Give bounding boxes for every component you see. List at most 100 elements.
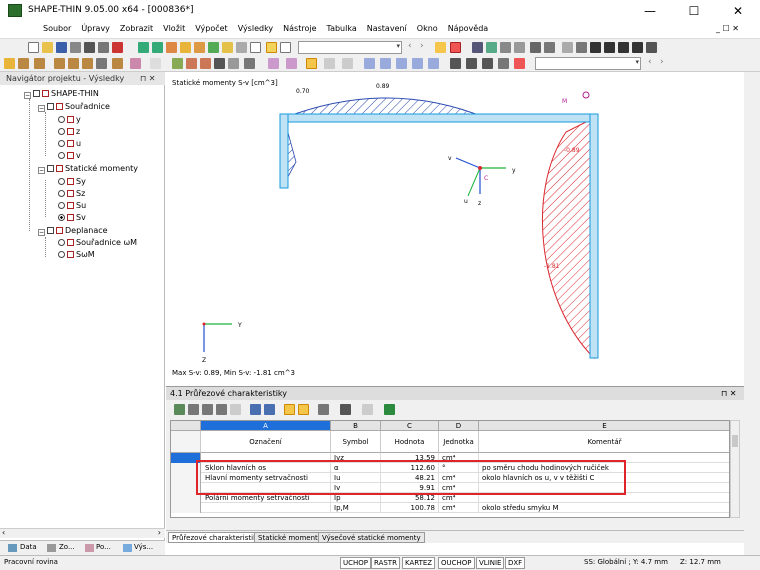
menu-vlozit[interactable]: Vložit bbox=[158, 22, 190, 33]
list-icon[interactable] bbox=[544, 42, 555, 53]
hide-icon[interactable] bbox=[466, 58, 477, 69]
excel-icon[interactable] bbox=[384, 404, 395, 415]
measure-icon[interactable] bbox=[96, 58, 107, 69]
stress-1-icon[interactable] bbox=[364, 58, 375, 69]
column-header-d[interactable]: D bbox=[439, 421, 479, 431]
funnel-icon[interactable] bbox=[340, 404, 351, 415]
mdi-window-controls[interactable]: _ ☐ ✕ bbox=[716, 24, 739, 33]
column-icon[interactable] bbox=[230, 404, 241, 415]
cartesian-button[interactable]: KARTEZ bbox=[402, 557, 436, 569]
table-4-icon[interactable] bbox=[216, 404, 227, 415]
member-icon[interactable] bbox=[68, 58, 79, 69]
report-icon[interactable] bbox=[112, 42, 123, 53]
menu-napoveda[interactable]: Nápověda bbox=[443, 22, 494, 33]
prev-table-icon[interactable] bbox=[250, 404, 261, 415]
column-header-e[interactable]: E bbox=[479, 421, 729, 431]
cell-comment[interactable]: okolo středu smyku M bbox=[479, 503, 729, 513]
pointer-icon[interactable] bbox=[4, 58, 15, 69]
view-icon[interactable] bbox=[472, 42, 483, 53]
cell-value[interactable]: 100.78 bbox=[381, 503, 439, 513]
nav-tab-vysledky[interactable]: Výs... bbox=[134, 543, 153, 551]
calculate-icon[interactable] bbox=[180, 42, 191, 53]
grid-button[interactable]: RASTR bbox=[371, 557, 400, 569]
tab-prurezove-charakteristiky[interactable]: Průřezové charakteristiky bbox=[168, 532, 266, 543]
dimension-icon[interactable] bbox=[112, 58, 123, 69]
results-icon[interactable] bbox=[194, 42, 205, 53]
menu-nastaveni[interactable]: Nastavení bbox=[362, 22, 412, 33]
tree-item-sv[interactable]: Sv bbox=[58, 213, 86, 225]
filter-1-icon[interactable] bbox=[284, 404, 295, 415]
element-icon[interactable] bbox=[82, 58, 93, 69]
cell-symbol[interactable]: Ip,M bbox=[331, 503, 381, 513]
next-arrow-icon[interactable]: › bbox=[420, 42, 431, 53]
menu-tabulka[interactable]: Tabulka bbox=[322, 22, 362, 33]
formula-icon[interactable] bbox=[150, 58, 161, 69]
snap-button[interactable]: UCHOP bbox=[340, 557, 372, 569]
cell-name[interactable] bbox=[201, 503, 331, 513]
camera-icon[interactable] bbox=[646, 42, 657, 53]
navigator-hscroll[interactable]: ‹ › bbox=[0, 528, 165, 538]
table-2-icon[interactable] bbox=[188, 404, 199, 415]
settings-icon[interactable] bbox=[618, 42, 629, 53]
tree-item-sy[interactable]: Sy bbox=[58, 177, 86, 189]
stress-2-icon[interactable] bbox=[380, 58, 391, 69]
menu-nastroje[interactable]: Nástroje bbox=[278, 22, 321, 33]
rotate-icon[interactable] bbox=[200, 58, 211, 69]
table-view-icon[interactable] bbox=[514, 42, 525, 53]
dropdown-tool-icon[interactable] bbox=[244, 58, 255, 69]
results-values-icon[interactable] bbox=[450, 42, 461, 53]
tree-item-v[interactable]: v bbox=[58, 151, 81, 163]
tree-item-u[interactable]: u bbox=[58, 139, 81, 151]
tree-group-souradnice[interactable]: − Souřadnice bbox=[38, 102, 110, 114]
zoom-all-icon[interactable] bbox=[228, 58, 239, 69]
maximize-button[interactable]: ☐ bbox=[672, 0, 716, 22]
tab-vysecove-staticke-momenty[interactable]: Výsečové statické momenty bbox=[318, 532, 425, 543]
barcode-icon[interactable] bbox=[530, 42, 541, 53]
tree-root[interactable]: − SHAPE-THIN bbox=[24, 89, 99, 101]
node-icon[interactable] bbox=[576, 42, 587, 53]
print-preview-icon[interactable] bbox=[98, 42, 109, 53]
navigator-pin-close[interactable]: ⊓ ✕ bbox=[140, 74, 156, 83]
folder-icon[interactable] bbox=[222, 42, 233, 53]
checkbox-icon[interactable] bbox=[47, 227, 54, 234]
grid-icon[interactable] bbox=[500, 42, 511, 53]
tab-staticke-momenty[interactable]: Statické momenty bbox=[254, 532, 326, 543]
nav-tab-pohledy[interactable]: Po... bbox=[96, 543, 111, 551]
redo-icon[interactable] bbox=[152, 42, 163, 53]
column-header-b[interactable]: B bbox=[331, 421, 381, 431]
menu-zobrazit[interactable]: Zobrazit bbox=[115, 22, 158, 33]
results-on-icon[interactable] bbox=[435, 42, 446, 53]
export-icon[interactable] bbox=[362, 404, 373, 415]
tree-item-souradnice-wm[interactable]: Souřadnice ωM bbox=[58, 238, 137, 250]
tree-item-sz[interactable]: Sz bbox=[58, 189, 85, 201]
panel-icon[interactable] bbox=[280, 42, 291, 53]
new-file-icon[interactable] bbox=[28, 42, 39, 53]
graph-icon[interactable] bbox=[318, 404, 329, 415]
row-header[interactable] bbox=[171, 503, 201, 513]
result-su-icon[interactable] bbox=[324, 58, 335, 69]
save-all-icon[interactable] bbox=[70, 42, 81, 53]
display-icon[interactable] bbox=[450, 58, 461, 69]
column-header-a[interactable]: A bbox=[201, 421, 331, 431]
tree-item-z[interactable]: z bbox=[58, 127, 80, 139]
filter-2-icon[interactable] bbox=[298, 404, 309, 415]
menu-vypocet[interactable]: Výpočet bbox=[190, 22, 232, 33]
table-vscroll[interactable] bbox=[730, 420, 740, 518]
nav-tab-data[interactable]: Data bbox=[20, 543, 37, 551]
clear-icon[interactable] bbox=[498, 58, 509, 69]
stress-3-icon[interactable] bbox=[396, 58, 407, 69]
line-icon[interactable] bbox=[18, 58, 29, 69]
table-icon[interactable] bbox=[236, 42, 247, 53]
print-icon[interactable] bbox=[84, 42, 95, 53]
triangle-icon[interactable] bbox=[590, 42, 601, 53]
tool2-icon[interactable] bbox=[214, 58, 225, 69]
copy-icon[interactable] bbox=[172, 58, 183, 69]
navigator-icon[interactable] bbox=[266, 42, 277, 53]
checkbox-icon[interactable] bbox=[33, 90, 40, 97]
tree-item-su[interactable]: Su bbox=[58, 201, 86, 213]
menu-soubor[interactable]: Soubor bbox=[38, 22, 76, 33]
filter-icon[interactable] bbox=[482, 58, 493, 69]
menu-okno[interactable]: Okno bbox=[412, 22, 443, 33]
scroll-thumb[interactable] bbox=[732, 435, 738, 447]
save-icon[interactable] bbox=[56, 42, 67, 53]
